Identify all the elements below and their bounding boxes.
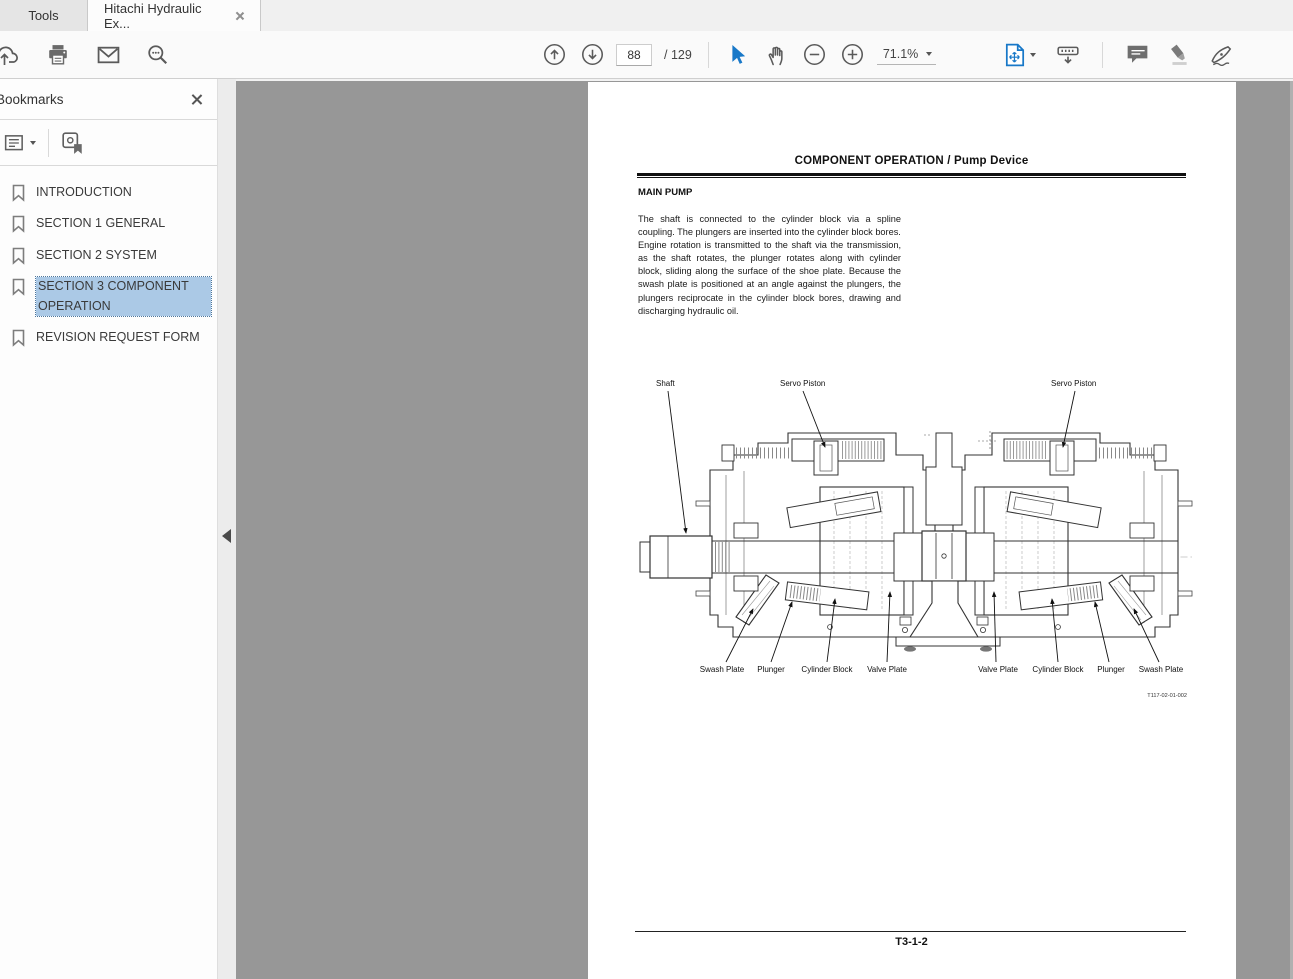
printer-icon [47,44,69,66]
collapse-toolbar-button[interactable] [1054,41,1082,69]
pump-cross-section-diagram: Shaft Servo Piston Servo Piston Swash Pl… [638,375,1198,705]
diagram-label-servo-piston-left: Servo Piston [780,379,825,388]
options-list-icon [4,133,26,153]
bookmark-label-selected: SECTION 3 COMPONENT OPERATION [36,277,211,316]
fit-page-icon [1004,43,1026,67]
bookmark-item-introduction[interactable]: INTRODUCTION [0,177,217,208]
bookmarks-header: Bookmarks [0,79,217,120]
bookmark-label: INTRODUCTION [36,183,132,202]
bookmark-icon [11,215,26,233]
zoom-out-icon [803,43,826,66]
chevron-down-icon [926,52,932,56]
find-current-bookmark-button[interactable] [61,131,85,155]
search-zoom-button[interactable] [144,41,172,69]
highlight-button[interactable] [1165,41,1193,69]
figure-reference: T117-02-01-002 [1147,693,1187,699]
document-viewer[interactable]: COMPONENT OPERATION / Pump Device MAIN P… [236,79,1293,979]
tab-close-icon[interactable] [234,11,244,21]
page-down-icon [581,43,604,66]
bookmark-icon [11,278,26,296]
comment-bubble-icon [1126,44,1149,65]
bookmark-icon [11,247,26,265]
section-heading: MAIN PUMP [638,187,692,198]
comment-button[interactable] [1123,41,1151,69]
header-rule-thin [637,177,1186,178]
tab-document-label: Hitachi Hydraulic Ex... [104,1,226,31]
bookmark-icon [11,329,26,347]
page-up-icon [543,43,566,66]
content-area: Bookmarks [0,79,1293,979]
bookmark-label: SECTION 2 SYSTEM [36,246,157,265]
next-page-button[interactable] [578,41,606,69]
bookmark-label: SECTION 1 GENERAL [36,214,165,233]
cloud-upload-icon [0,43,21,67]
bookmark-icon [11,184,26,202]
tab-tools-label: Tools [28,8,58,23]
diagram-label-cylinder-block-left: Cylinder Block [801,665,853,674]
bookmark-label: REVISION REQUEST FORM [36,328,200,347]
email-button[interactable] [94,41,122,69]
bookmark-find-icon [61,131,85,155]
body-text: The shaft is connected to the cylinder b… [638,213,901,318]
pdf-page: COMPONENT OPERATION / Pump Device MAIN P… [588,82,1236,979]
tab-bar: Tools Hitachi Hydraulic Ex... [0,0,1293,31]
toolbar-separator [708,42,709,68]
collapse-panel-icon[interactable] [222,529,231,543]
bookmark-options-button[interactable] [4,133,36,153]
chevron-down-icon [30,141,36,145]
chevron-down-icon [1030,53,1036,57]
page-footer: T3-1-2 [637,936,1186,948]
panel-splitter[interactable] [217,79,236,979]
select-cursor-icon [729,45,748,65]
diagram-label-swash-plate-left: Swash Plate [700,665,745,674]
sidebar-separator [48,129,49,157]
email-icon [97,45,120,65]
hand-tool-button[interactable] [763,41,791,69]
tab-tools[interactable]: Tools [0,0,88,31]
bookmarks-title: Bookmarks [0,92,64,107]
diagram-label-swash-plate-right: Swash Plate [1139,665,1184,674]
bookmarks-toolbar [0,120,217,166]
toolbar-separator [1102,42,1103,68]
magnifier-dots-icon [147,44,169,66]
diagram-label-servo-piston-right: Servo Piston [1051,379,1096,388]
paragraph-2: Engine rotation is transmitted to the sh… [638,239,901,318]
diagram-label-valve-plate-left: Valve Plate [867,665,907,674]
bookmark-item-section1[interactable]: SECTION 1 GENERAL [0,208,217,239]
zoom-level-dropdown[interactable]: 71.1% [877,45,936,65]
bookmark-item-revision[interactable]: REVISION REQUEST FORM [0,322,217,353]
footer-rule [635,931,1186,932]
bookmark-item-section3-selected[interactable]: SECTION 3 COMPONENT OPERATION [0,271,217,322]
zoom-in-button[interactable] [839,41,867,69]
zoom-in-icon [841,43,864,66]
print-button[interactable] [44,41,72,69]
header-rule [637,173,1186,176]
signature-pen-icon [1209,44,1234,66]
diagram-label-plunger-left: Plunger [757,665,785,674]
main-toolbar: / 129 71.1% [0,31,1293,79]
diagram-label-cylinder-block-right: Cylinder Block [1032,665,1084,674]
bookmark-item-section2[interactable]: SECTION 2 SYSTEM [0,240,217,271]
page-number-input[interactable] [616,44,652,66]
diagram-label-plunger-right: Plunger [1097,665,1125,674]
highlighter-icon [1167,44,1191,66]
paragraph-1: The shaft is connected to the cylinder b… [638,213,901,239]
previous-page-button[interactable] [540,41,568,69]
diagram-label-shaft: Shaft [656,379,675,388]
zoom-out-button[interactable] [801,41,829,69]
page-count-label: / 129 [664,48,692,62]
sign-button[interactable] [1207,41,1235,69]
bookmarks-panel: Bookmarks [0,79,217,979]
hand-icon [766,44,788,66]
toolbar-collapse-icon [1056,44,1080,66]
tab-document[interactable]: Hitachi Hydraulic Ex... [88,0,261,31]
select-tool-button[interactable] [725,41,753,69]
bookmarks-list: INTRODUCTION SECTION 1 GENERAL SECTION 2… [0,166,217,353]
close-panel-icon[interactable] [191,93,203,105]
diagram-label-valve-plate-right: Valve Plate [978,665,1018,674]
page-fit-dropdown[interactable] [1000,41,1040,69]
cloud-share-button[interactable] [0,41,22,69]
page-title: COMPONENT OPERATION / Pump Device [637,155,1186,167]
zoom-level-value: 71.1% [883,47,918,61]
